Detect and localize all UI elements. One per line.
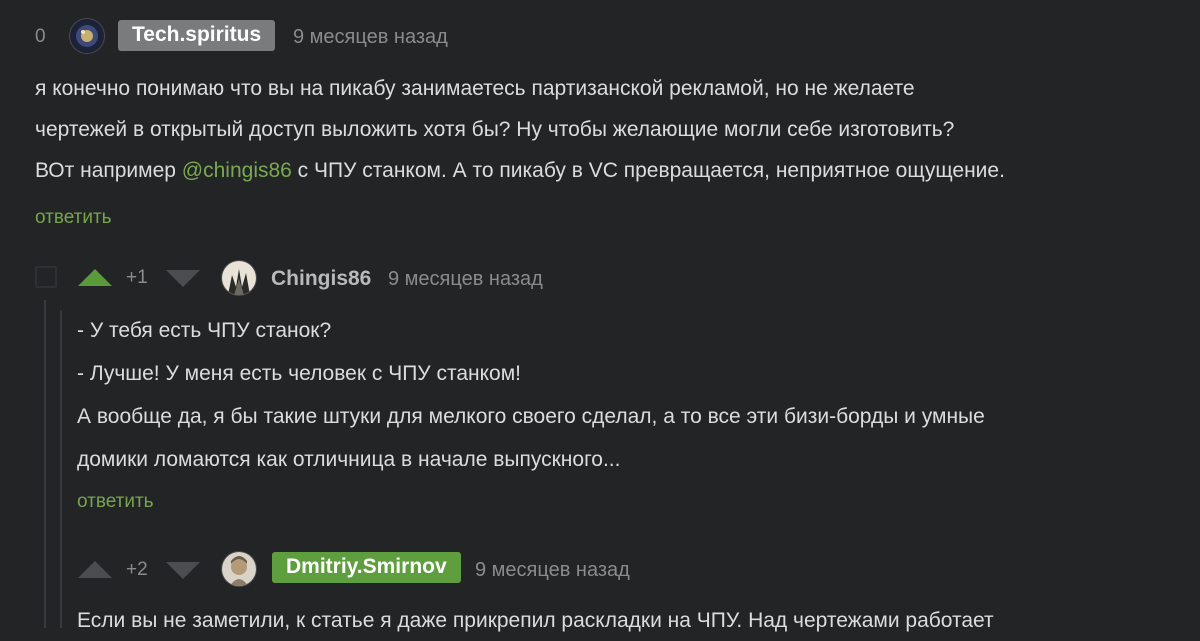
comment-text-segment: с ЧПУ станком. А то пикабу в VC превраща… <box>291 159 1005 182</box>
comment-timestamp: 9 месяцев назад <box>388 268 543 290</box>
comment-text-line: чертежей в открытый доступ выложить хотя… <box>35 118 955 141</box>
reply-link[interactable]: ответить <box>35 207 112 229</box>
thread-branch-line[interactable] <box>44 300 46 628</box>
username-link[interactable]: Chingis86 <box>271 267 371 291</box>
comment-text-line: Если вы не заметили, к статье я даже при… <box>77 609 994 632</box>
comment-text-line: домики ломаются как отличница в начале в… <box>77 448 621 471</box>
avatar[interactable] <box>222 552 256 586</box>
comment-timestamp: 9 месяцев назад <box>293 26 448 48</box>
comment-text-segment: ВОт например <box>35 159 182 182</box>
comment-body: Если вы не заметили, к статье я даже при… <box>77 600 1187 641</box>
thread-branch-line[interactable] <box>60 310 62 628</box>
collapse-branch-button[interactable] <box>35 266 57 288</box>
comment-text-line: А вообще да, я бы такие штуки для мелког… <box>77 405 985 428</box>
downvote-arrow-icon[interactable] <box>166 562 200 579</box>
comment-text-line: - Лучше! У меня есть человек с ЧПУ станк… <box>77 362 521 385</box>
comment-body: - У тебя есть ЧПУ станок? - Лучше! У мен… <box>77 309 1187 481</box>
comment-text-line: ВОт например @chingis86 с ЧПУ станком. А… <box>35 150 1185 191</box>
comment-rating: +2 <box>126 559 148 580</box>
downvote-arrow-icon[interactable] <box>166 270 200 287</box>
upvote-arrow-icon[interactable] <box>78 561 112 578</box>
comment-body: я конечно понимаю что вы на пикабу заним… <box>35 68 1185 191</box>
user-mention-link[interactable]: @chingis86 <box>182 159 292 182</box>
comment-text-line: - У тебя есть ЧПУ станок? <box>77 319 332 342</box>
username-badge[interactable]: Dmitriy.Smirnov <box>272 552 461 583</box>
reply-link[interactable]: ответить <box>77 491 154 513</box>
username-badge[interactable]: Tech.spiritus <box>118 20 276 51</box>
avatar[interactable] <box>222 261 256 295</box>
avatar[interactable] <box>70 19 104 53</box>
comment-rating: +1 <box>126 267 148 288</box>
upvote-arrow-icon[interactable] <box>78 269 112 286</box>
comment-text-line: я конечно понимаю что вы на пикабу заним… <box>35 77 915 100</box>
comment-timestamp: 9 месяцев назад <box>475 559 630 581</box>
comment-rating: 0 <box>35 26 46 47</box>
